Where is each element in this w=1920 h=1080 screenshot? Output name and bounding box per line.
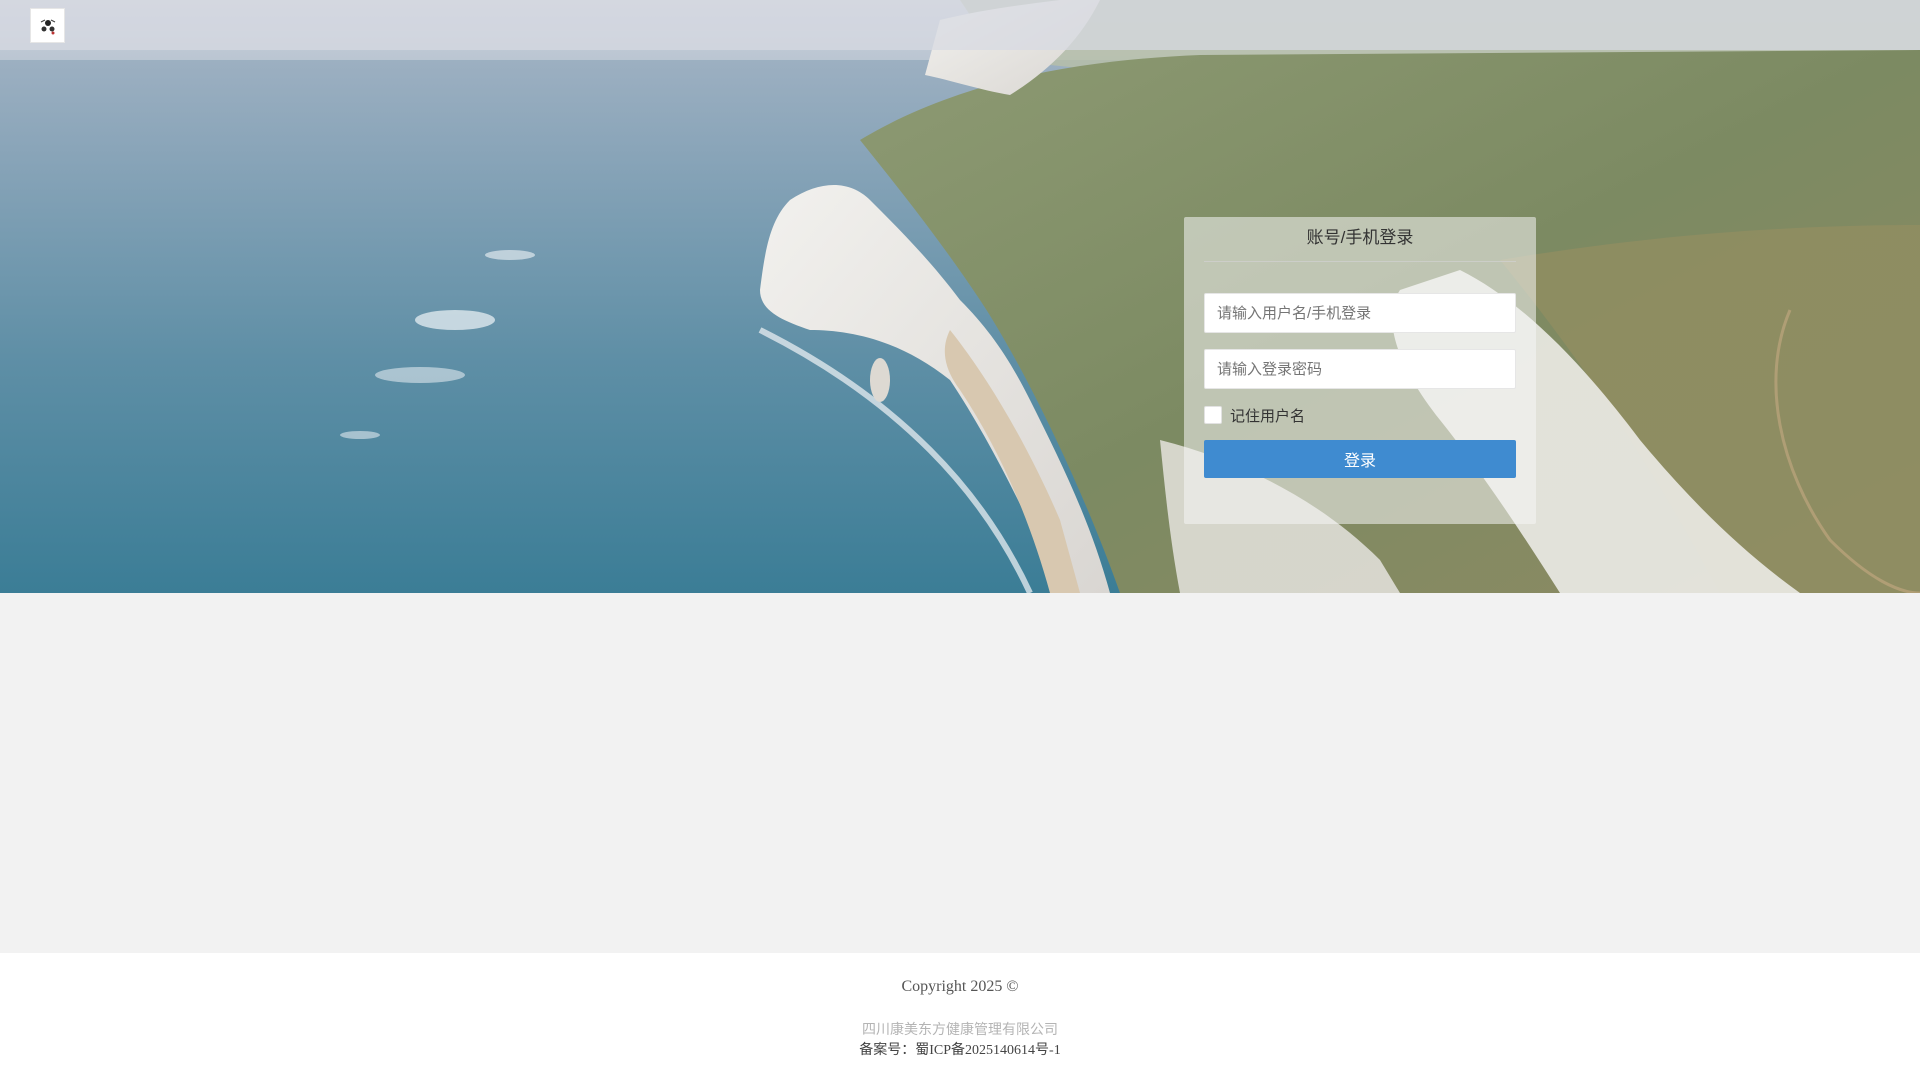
coastal-cliff-illustration [0, 0, 1920, 593]
hero-background-image [0, 0, 1920, 593]
top-bar [0, 0, 1920, 50]
login-title: 账号/手机登录 [1204, 217, 1516, 262]
password-input[interactable] [1204, 349, 1516, 389]
company-name: 四川康美东方健康管理有限公司 [862, 1021, 1058, 1037]
remember-username-option[interactable]: 记住用户名 [1204, 405, 1305, 425]
copyright-text: Copyright 2025 © [901, 978, 1019, 995]
username-input[interactable] [1204, 293, 1516, 333]
remember-username-label: 记住用户名 [1230, 407, 1306, 425]
brand-logo-icon[interactable] [30, 8, 65, 43]
login-button[interactable]: 登录 [1204, 440, 1516, 478]
icp-record-link[interactable]: 备案号：蜀ICP备2025140614号-1 [0, 1039, 1920, 1059]
footer: Copyright 2025 © 四川康美东方健康管理有限公司 备案号：蜀ICP… [0, 953, 1920, 1080]
logo-glyph-icon [40, 18, 55, 34]
remember-username-checkbox[interactable] [1204, 406, 1222, 424]
login-panel: 账号/手机登录 记住用户名 登录 [1184, 217, 1536, 524]
